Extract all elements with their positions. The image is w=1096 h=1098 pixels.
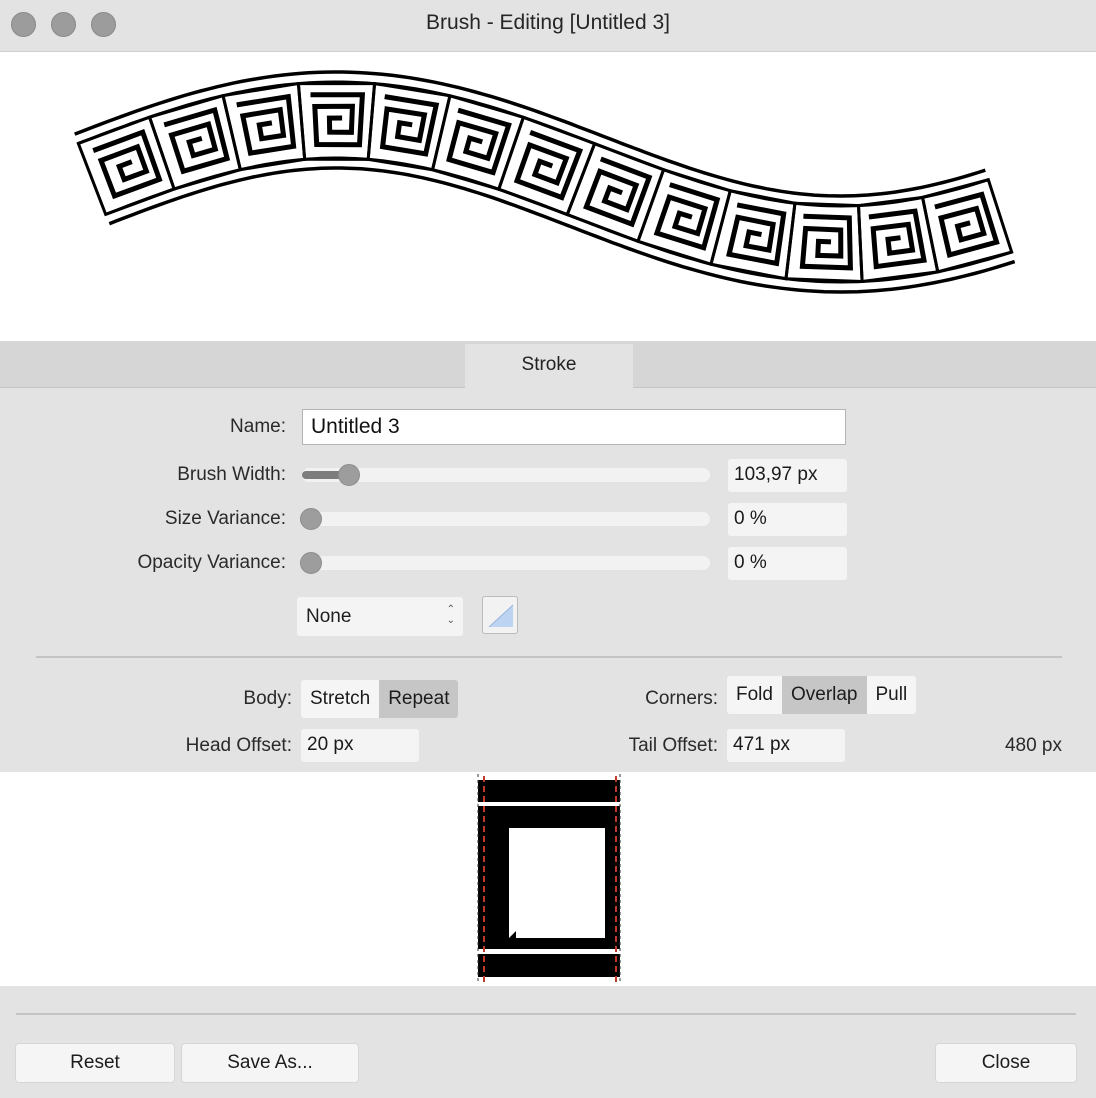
opacity-variance-slider[interactable]	[300, 552, 710, 574]
tab-bar: Stroke	[0, 341, 1096, 389]
head-offset-label: Head Offset:	[185, 735, 292, 756]
pressure-curve-icon	[488, 604, 514, 628]
brush-nozzle-image	[477, 774, 621, 984]
section-divider	[36, 656, 1062, 658]
size-variance-slider[interactable]	[300, 508, 710, 530]
brush-nozzle-editor[interactable]	[0, 772, 1096, 986]
brush-width-label: Brush Width:	[177, 464, 286, 485]
save-as-button[interactable]: Save As...	[181, 1043, 359, 1083]
brush-width-slider-knob[interactable]	[338, 464, 360, 486]
tail-offset-label: Tail Offset:	[628, 735, 718, 756]
total-length-label: 480 px	[1004, 735, 1062, 756]
corners-option-pull[interactable]: Pull	[866, 676, 917, 714]
body-segmented-control[interactable]: Stretch Repeat	[301, 680, 459, 718]
stroke-preview	[0, 52, 1096, 341]
brush-width-field[interactable]: 103,97 px	[728, 459, 847, 492]
stepper-arrows-icon: ⌃ ⌄	[446, 604, 455, 626]
corners-label: Corners:	[645, 688, 718, 709]
tab-stroke[interactable]: Stroke	[465, 344, 633, 389]
size-variance-label: Size Variance:	[164, 508, 286, 529]
name-label: Name:	[230, 416, 286, 437]
controller-select[interactable]: None ⌃ ⌄	[297, 597, 463, 636]
close-button[interactable]: Close	[935, 1043, 1077, 1083]
reset-button[interactable]: Reset	[15, 1043, 175, 1083]
body-label: Body:	[243, 688, 292, 709]
opacity-variance-field[interactable]: 0 %	[728, 547, 847, 580]
name-input[interactable]: Untitled 3	[302, 409, 846, 445]
corners-option-overlap[interactable]: Overlap	[781, 676, 867, 714]
body-option-repeat[interactable]: Repeat	[379, 680, 459, 718]
size-variance-slider-knob[interactable]	[300, 508, 322, 530]
opacity-variance-slider-knob[interactable]	[300, 552, 322, 574]
corners-segmented-control[interactable]: Fold Overlap Pull	[727, 676, 917, 714]
brush-width-slider[interactable]	[302, 464, 710, 486]
head-offset-field[interactable]: 20 px	[301, 729, 419, 762]
title-bar: Brush - Editing [Untitled 3]	[0, 0, 1096, 52]
size-variance-field[interactable]: 0 %	[728, 503, 847, 536]
tail-offset-field[interactable]: 471 px	[727, 729, 845, 762]
footer-divider	[16, 1013, 1076, 1015]
controller-select-value: None	[306, 606, 352, 627]
opacity-variance-label: Opacity Variance:	[137, 552, 286, 573]
corners-option-fold[interactable]: Fold	[727, 676, 782, 714]
body-option-stretch[interactable]: Stretch	[301, 680, 380, 718]
window-title: Brush - Editing [Untitled 3]	[426, 11, 670, 34]
pressure-curve-button[interactable]	[482, 596, 518, 634]
greek-key-stroke-preview	[74, 70, 1016, 294]
